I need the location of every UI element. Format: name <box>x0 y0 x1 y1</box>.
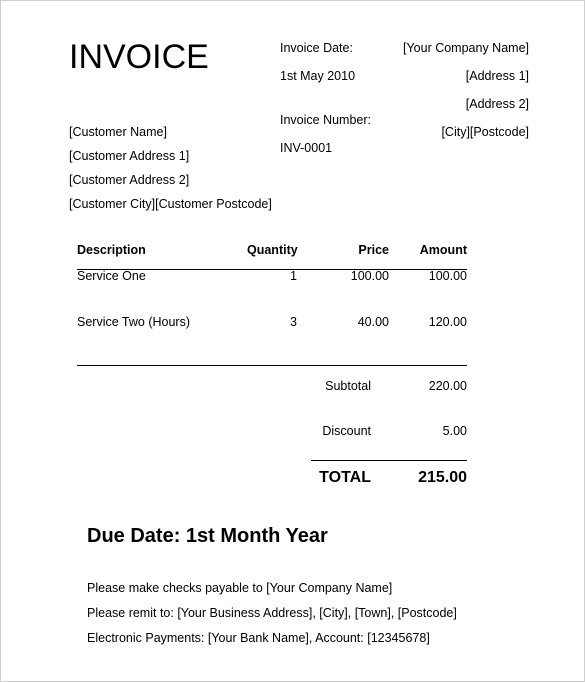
company-address-1: [Address 1] <box>465 69 529 83</box>
column-header-amount: Amount <box>419 243 467 257</box>
company-city-postcode: [City][Postcode] <box>441 125 529 139</box>
customer-name: [Customer Name] <box>69 125 167 139</box>
invoice-sheet: INVOICE Invoice Date: 1st May 2010 Invoi… <box>1 1 584 681</box>
row-quantity: 3 <box>290 315 297 329</box>
invoice-page: INVOICE Invoice Date: 1st May 2010 Invoi… <box>0 0 585 682</box>
company-name: [Your Company Name] <box>403 41 529 55</box>
table-header-divider <box>77 269 467 270</box>
grand-total-row: TOTAL 215.00 <box>287 469 467 487</box>
table-bottom-divider <box>77 365 467 366</box>
table-row: Service One 1 100.00 100.00 <box>77 269 467 315</box>
customer-address-2: [Customer Address 2] <box>69 173 190 187</box>
total-label: TOTAL <box>319 469 371 486</box>
page-title: INVOICE <box>69 38 209 76</box>
discount-value: 5.00 <box>442 424 467 438</box>
total-value: 215.00 <box>418 469 467 486</box>
column-header-quantity: Quantity <box>247 243 298 257</box>
row-quantity: 1 <box>290 269 297 283</box>
customer-address-block: [Customer Name] [Customer Address 1] [Cu… <box>69 120 272 216</box>
discount-row: Discount 5.00 <box>287 424 467 469</box>
table-row: Service Two (Hours) 3 40.00 120.00 <box>77 315 467 361</box>
company-address-block: [Your Company Name] [Address 1] [Address… <box>299 34 529 146</box>
row-description: Service Two (Hours) <box>77 315 190 329</box>
customer-city-postcode: [Customer City][Customer Postcode] <box>69 197 272 211</box>
totals-block: Subtotal 220.00 Discount 5.00 <box>287 379 467 469</box>
payment-note-electronic: Electronic Payments: [Your Bank Name], A… <box>87 631 430 645</box>
row-price: 40.00 <box>357 315 389 329</box>
subtotal-label: Subtotal <box>325 379 371 393</box>
column-header-price: Price <box>358 243 389 257</box>
discount-label: Discount <box>322 424 371 438</box>
due-date: Due Date: 1st Month Year <box>87 525 328 547</box>
row-price: 100.00 <box>350 269 389 283</box>
customer-address-1: [Customer Address 1] <box>69 149 190 163</box>
table-header-row: Description Quantity Price Amount <box>77 243 467 269</box>
line-items-table: Description Quantity Price Amount Servic… <box>77 243 467 361</box>
payment-notes-block: Please make checks payable to [Your Comp… <box>87 576 457 651</box>
row-amount: 120.00 <box>428 315 467 329</box>
payment-note-remit: Please remit to: [Your Business Address]… <box>87 606 457 620</box>
row-amount: 100.00 <box>428 269 467 283</box>
row-description: Service One <box>77 269 146 283</box>
column-header-description: Description <box>77 243 146 257</box>
company-address-2: [Address 2] <box>465 97 529 111</box>
subtotal-row: Subtotal 220.00 <box>287 379 467 424</box>
payment-note-checks: Please make checks payable to [Your Comp… <box>87 581 393 595</box>
subtotal-value: 220.00 <box>428 379 467 393</box>
